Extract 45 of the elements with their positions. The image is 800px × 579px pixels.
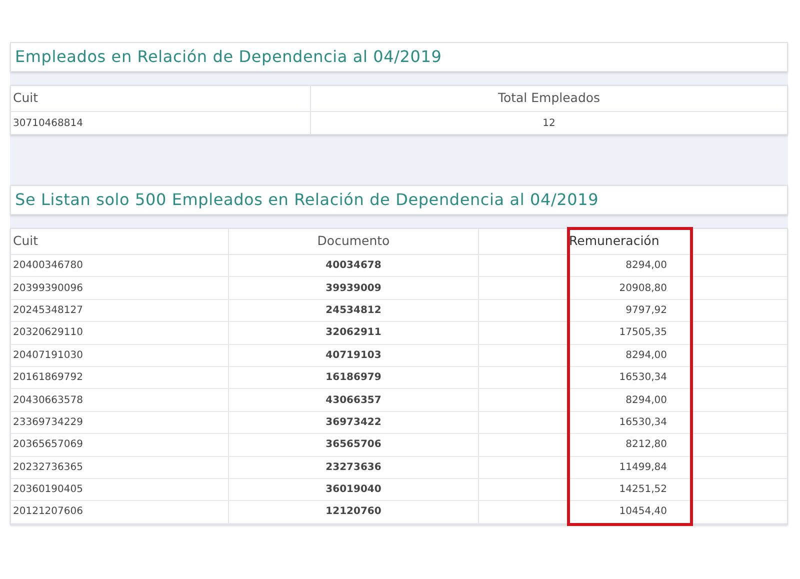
section-title: Se Listan solo 500 Empleados en Relación de Dependencia al 04/2019 bbox=[15, 189, 599, 211]
table-cell: 20430663578 bbox=[11, 389, 229, 411]
table-cell: 36973422 bbox=[229, 412, 479, 434]
table-cell-text: 12 bbox=[542, 116, 556, 130]
table-cell-text: 20908,80 bbox=[618, 282, 668, 296]
table-cell: 20121207606 bbox=[11, 501, 229, 523]
table-cell-text: 10454,40 bbox=[618, 505, 668, 520]
table-cell: 20360190405 bbox=[11, 478, 229, 500]
table-cell-text: 8294,00 bbox=[624, 348, 668, 363]
table-cell: 40034678 bbox=[229, 255, 479, 276]
table-cell: 20232736365 bbox=[11, 456, 229, 478]
table-cell: 20161869792 bbox=[11, 366, 229, 388]
table-cell: 23369734229 bbox=[11, 412, 229, 434]
table-cell-text: 8294,00 bbox=[624, 259, 668, 274]
table-cell: 20320629110 bbox=[11, 322, 229, 344]
table-cell-text: 11499,84 bbox=[618, 460, 668, 475]
table-cell: 20399390096 bbox=[11, 277, 229, 299]
table-cell: 12120760 bbox=[229, 501, 479, 523]
column-header: Documento bbox=[229, 229, 479, 254]
table-cell: 36565706 bbox=[229, 434, 479, 456]
table-cell: 43066357 bbox=[229, 389, 479, 411]
table-cell-text: 16530,34 bbox=[618, 371, 668, 386]
table-cell: 23273636 bbox=[229, 456, 479, 478]
table-cell: 39939009 bbox=[229, 277, 479, 299]
column-header: Remuneración bbox=[568, 232, 660, 250]
table-cell-text: 9797,92 bbox=[624, 304, 668, 318]
table-cell-text: 16530,34 bbox=[618, 416, 668, 430]
table-cell-text: 8294,00 bbox=[624, 394, 668, 408]
table-cell: 24534812 bbox=[229, 300, 479, 322]
column-header: Cuit bbox=[11, 86, 311, 111]
column-header: Cuit bbox=[11, 229, 229, 254]
table-cell: 16186979 bbox=[229, 366, 479, 388]
table-cell: 36019040 bbox=[229, 478, 479, 500]
table-cell: 20400346780 bbox=[11, 255, 229, 276]
table-cell: 20245348127 bbox=[11, 300, 229, 322]
column-header: Total Empleados bbox=[496, 89, 602, 108]
table-cell: 32062911 bbox=[229, 322, 479, 344]
section-title: Empleados en Relación de Dependencia al 04/2019 bbox=[15, 46, 442, 68]
table-cell: 20365657069 bbox=[11, 434, 229, 456]
table-cell-text: 8212,80 bbox=[624, 438, 668, 452]
table-cell: 20407191030 bbox=[11, 344, 229, 366]
table-cell: 30710468814 bbox=[11, 112, 311, 134]
table-cell: 40719103 bbox=[229, 344, 479, 366]
table-cell-text: 17505,35 bbox=[618, 326, 668, 340]
table-cell-text: 14251,52 bbox=[618, 483, 668, 498]
